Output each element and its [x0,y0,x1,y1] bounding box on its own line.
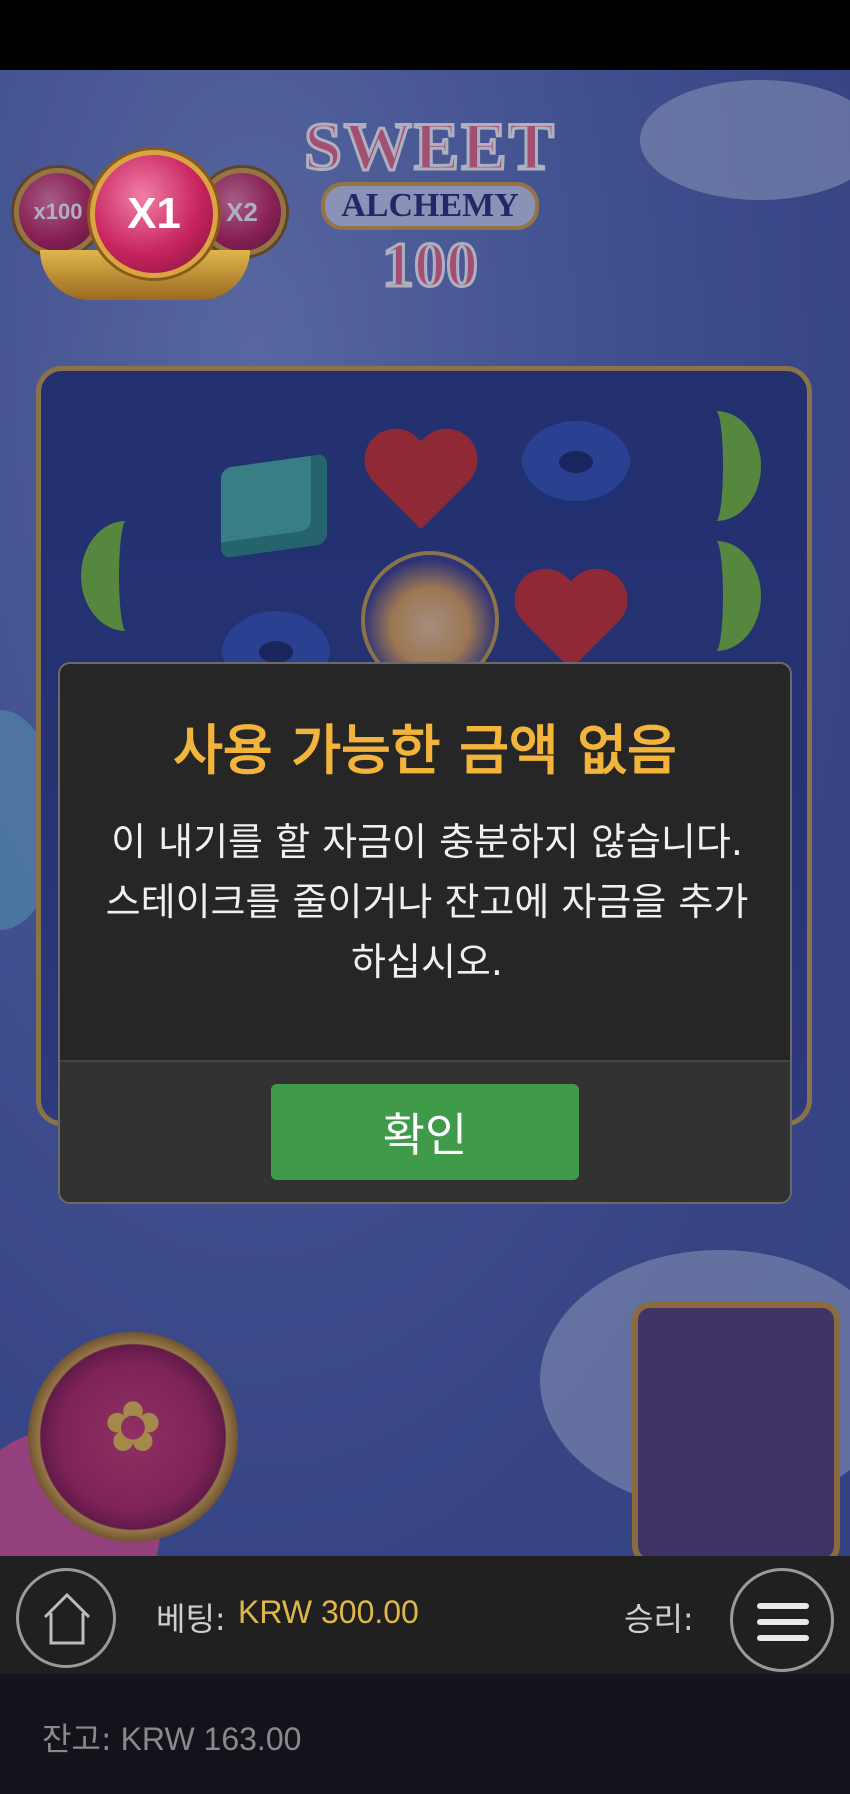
insufficient-funds-dialog: 사용 가능한 금액 없음 이 내기를 할 자금이 충분하지 않습니다. 스테이크… [58,662,792,1204]
dialog-footer: 확인 [60,1060,790,1202]
confirm-button[interactable]: 확인 [271,1084,579,1180]
bottom-bar: 베팅: KRW 300.00 승리: [0,1556,850,1674]
balance-label: 잔고: [42,1720,112,1758]
menu-button[interactable] [730,1568,834,1672]
win-label: 승리: [624,1600,694,1638]
multiplier-orb-main: X1 [90,150,218,278]
status-bar [0,0,850,70]
bet-label: 베팅: [156,1600,226,1638]
dialog-title: 사용 가능한 금액 없음 [173,719,677,782]
balance-bar: 잔고: KRW 163.00 [0,1674,850,1794]
home-button[interactable] [16,1568,116,1668]
bet-value[interactable]: KRW 300.00 [238,1594,419,1631]
balance: 잔고: KRW 163.00 [42,1714,301,1760]
home-icon [43,1592,91,1645]
balance-value: KRW 163.00 [120,1721,302,1757]
dialog-message: 이 내기를 할 자금이 충분하지 않습니다. 스테이크를 줄이거나 잔고에 자금… [105,820,749,984]
